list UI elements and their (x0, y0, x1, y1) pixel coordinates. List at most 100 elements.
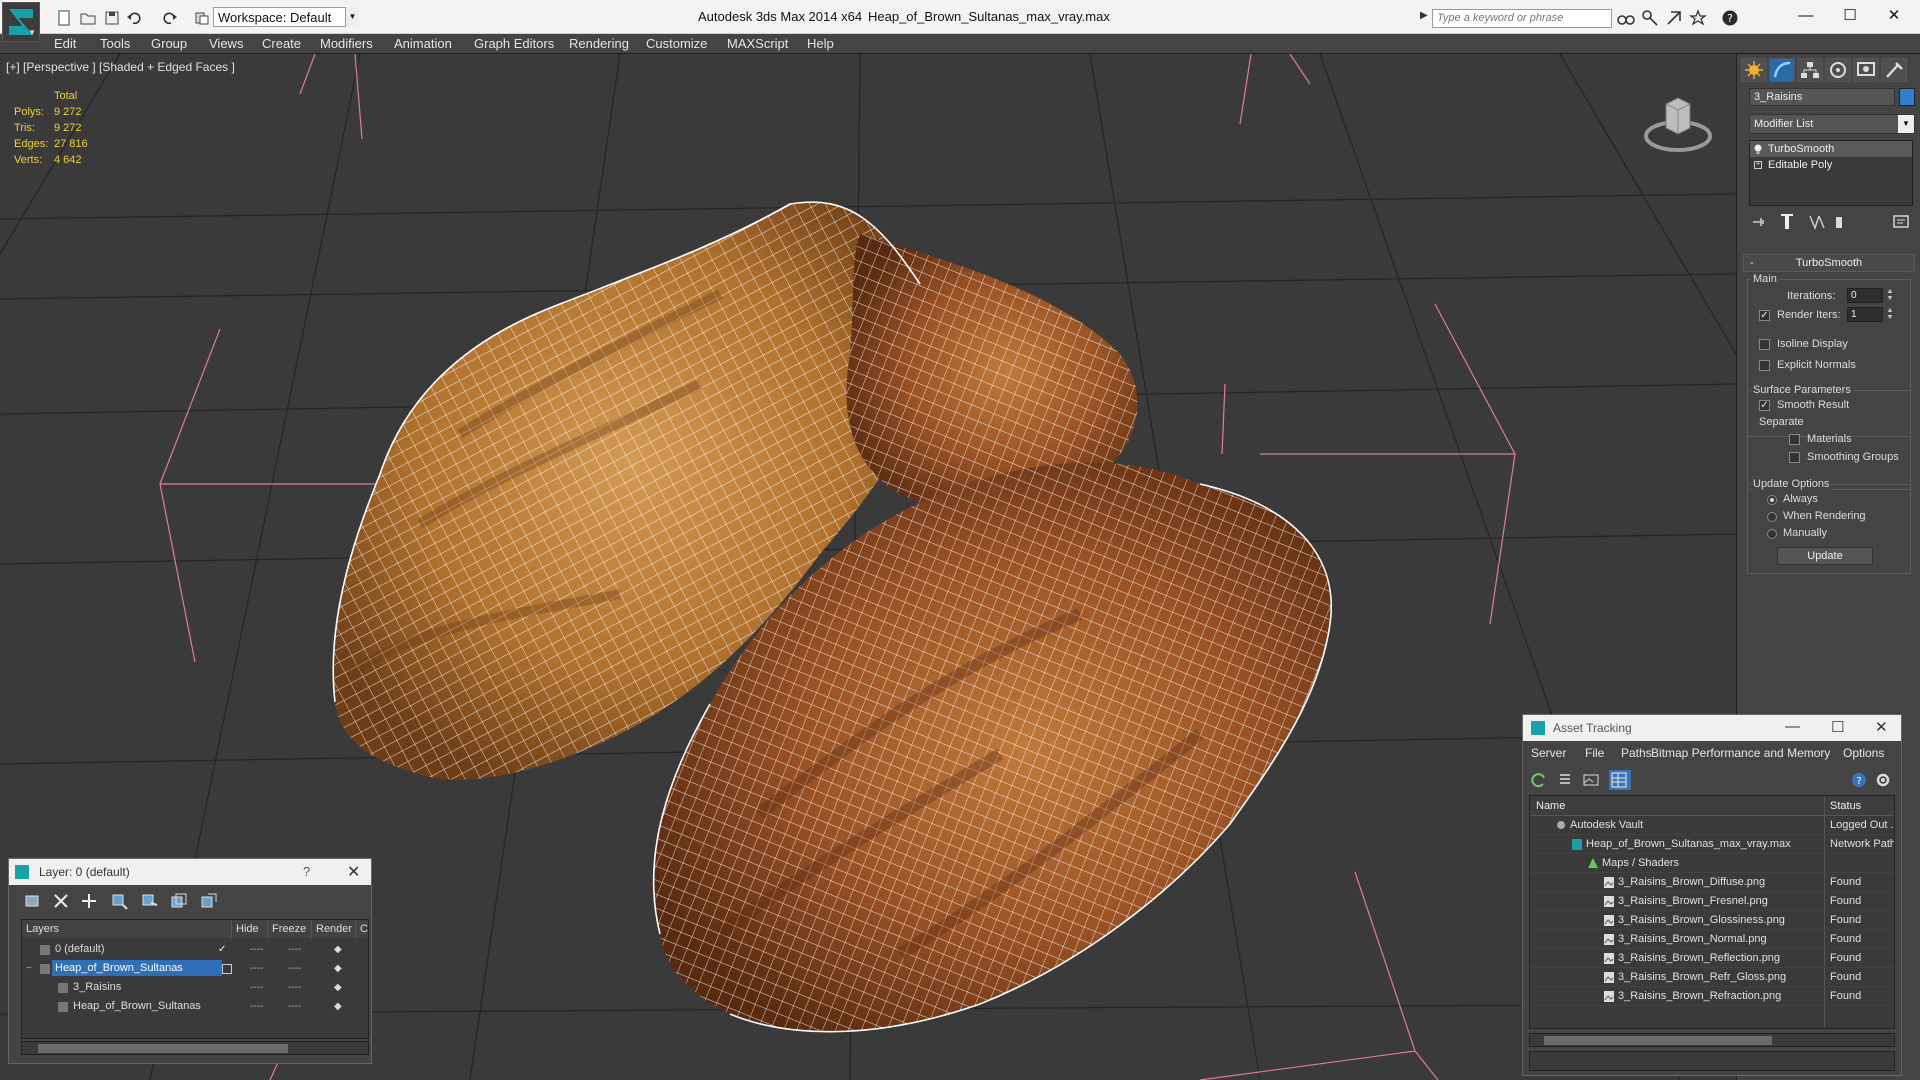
make-unique-icon[interactable] (1807, 212, 1829, 232)
asset-row[interactable]: Heap_of_Brown_Sultanas_max_vray.max Netw… (1530, 835, 1894, 854)
layer-row[interactable]: 3_Raisins ---- ---- ◆ (22, 978, 368, 997)
redo-button[interactable] (160, 8, 178, 26)
asset-row[interactable]: 3_Raisins_Brown_Diffuse.png Found (1530, 873, 1894, 892)
column-header-status[interactable]: Status (1824, 796, 1894, 816)
menu-graph-editors[interactable]: Graph Editors (474, 36, 554, 51)
remove-modifier-icon[interactable] (1829, 212, 1851, 232)
asset-row[interactable]: 3_Raisins_Brown_Normal.png Found (1530, 930, 1894, 949)
column-header-name[interactable]: Name (1530, 796, 1824, 816)
binoculars-icon[interactable] (1616, 8, 1635, 26)
render-teapot-icon[interactable]: ◆ (334, 997, 342, 1016)
column-header[interactable]: Hide (232, 920, 268, 938)
settings-gear-icon[interactable] (1873, 770, 1895, 790)
add-to-layer-icon[interactable] (222, 964, 232, 974)
delete-layer-icon[interactable] (51, 891, 73, 911)
object-color-swatch[interactable] (1899, 88, 1915, 106)
hide-toggle-icon[interactable]: ---- (250, 978, 263, 997)
workspace-select[interactable]: Workspace: Default (213, 7, 359, 27)
scrollbar-thumb[interactable] (1544, 1036, 1772, 1045)
add-layer-icon[interactable] (79, 891, 101, 911)
open-file-button[interactable] (78, 8, 96, 26)
iterations-spinner[interactable]: 0 (1847, 288, 1883, 303)
freeze-toggle-icon[interactable]: ---- (288, 997, 301, 1016)
expand-icon[interactable]: + (1754, 161, 1762, 169)
asset-row[interactable]: 3_Raisins_Brown_Glossiness.png Found (1530, 911, 1894, 930)
explicit-normals-checkbox[interactable] (1759, 360, 1770, 371)
viewcube-icon[interactable] (1642, 90, 1714, 162)
menu-help[interactable]: Help (807, 36, 834, 51)
close-button[interactable]: ✕ (1874, 4, 1914, 28)
layer-dialog-titlebar[interactable]: Layer: 0 (default) ? ✕ (9, 859, 371, 885)
layer-row[interactable]: 0 (default) ✓ ---- ---- ◆ (22, 940, 368, 959)
smoothing-groups-checkbox[interactable] (1789, 452, 1800, 463)
list-view-icon[interactable] (1555, 770, 1577, 790)
utilities-tab-icon[interactable] (1881, 58, 1907, 82)
menu-edit[interactable]: Edit (54, 36, 76, 51)
lightbulb-icon[interactable] (1754, 144, 1762, 154)
modifier-stack[interactable]: TurboSmooth + Editable Poly (1749, 140, 1913, 206)
display-tab-icon[interactable] (1853, 58, 1879, 82)
stack-item-editable-poly[interactable]: + Editable Poly (1750, 157, 1912, 173)
help-icon[interactable]: ? (1720, 8, 1738, 26)
thumbnail-view-icon[interactable] (1581, 770, 1603, 790)
update-when-rendering-radio[interactable] (1767, 512, 1777, 522)
column-header[interactable]: Render (312, 920, 356, 938)
create-tab-icon[interactable] (1741, 58, 1767, 82)
hide-toggle-icon[interactable]: ---- (250, 959, 263, 978)
communication-center-icon[interactable] (1664, 8, 1682, 26)
render-iters-spinner[interactable]: 1 (1847, 307, 1883, 322)
isoline-display-checkbox[interactable] (1759, 339, 1770, 350)
configure-modifier-sets-icon[interactable] (1891, 212, 1913, 232)
menu-group[interactable]: Group (151, 36, 187, 51)
hierarchy-tab-icon[interactable] (1797, 58, 1823, 82)
refresh-icon[interactable] (1529, 770, 1551, 790)
asset-row[interactable]: 3_Raisins_Brown_Refraction.png Found (1530, 987, 1894, 1006)
asset-row[interactable]: 3_Raisins_Brown_Reflection.png Found (1530, 949, 1894, 968)
close-button[interactable]: ✕ (347, 862, 360, 882)
modify-tab-icon[interactable] (1769, 58, 1795, 82)
undo-button[interactable] (124, 8, 142, 26)
modifier-list-dropdown[interactable]: Modifier List ▼ (1749, 114, 1915, 134)
maximize-button[interactable]: ☐ (1830, 4, 1870, 28)
menu-views[interactable]: Views (209, 36, 243, 51)
asset-path-field[interactable] (1529, 1051, 1895, 1071)
asset-row[interactable]: Maps / Shaders (1530, 854, 1894, 873)
spinner-arrows-icon[interactable]: ▲ ▼ (1885, 288, 1895, 303)
smooth-result-checkbox[interactable]: ✓ (1759, 400, 1770, 411)
asset-row[interactable]: 3_Raisins_Brown_Fresnel.png Found (1530, 892, 1894, 911)
column-header[interactable]: Layers (22, 920, 232, 938)
maximize-button[interactable]: ☐ (1831, 718, 1844, 736)
materials-checkbox[interactable] (1789, 434, 1800, 445)
asset-row[interactable]: Autodesk Vault Logged Out ... (1530, 816, 1894, 835)
select-objects-icon[interactable] (139, 891, 161, 911)
favorites-star-icon[interactable] (1688, 8, 1707, 26)
help-button[interactable]: ? (303, 864, 310, 879)
menu-tools[interactable]: Tools (100, 36, 130, 51)
menu-animation[interactable]: Animation (394, 36, 452, 51)
chevron-down-icon[interactable]: ▼ (345, 7, 359, 27)
table-view-icon[interactable] (1609, 770, 1631, 790)
play-arrow-icon[interactable]: ▶ (1420, 10, 1428, 21)
active-layer-check-icon[interactable]: ✓ (218, 940, 226, 959)
column-header[interactable]: Freeze (268, 920, 312, 938)
asset-menu-bitmap[interactable]: Bitmap Performance and Memory (1651, 746, 1830, 760)
minimize-button[interactable]: — (1785, 718, 1800, 735)
asset-menu-server[interactable]: Server (1531, 746, 1566, 760)
scrollbar-thumb[interactable] (38, 1044, 288, 1053)
highlight-layers-icon[interactable] (169, 891, 191, 911)
collapse-icon[interactable]: − (26, 959, 32, 978)
object-name-field[interactable]: 3_Raisins (1749, 88, 1895, 106)
asset-dialog-titlebar[interactable]: Asset Tracking — ☐ ✕ (1523, 715, 1901, 741)
freeze-toggle-icon[interactable]: ---- (288, 978, 301, 997)
freeze-toggle-icon[interactable]: ---- (288, 959, 301, 978)
render-teapot-icon[interactable]: ◆ (334, 959, 342, 978)
asset-row[interactable]: 3_Raisins_Brown_Refr_Gloss.png Found (1530, 968, 1894, 987)
motion-tab-icon[interactable] (1825, 58, 1851, 82)
layer-manager-icon[interactable] (23, 891, 45, 911)
close-button[interactable]: ✕ (1875, 718, 1888, 736)
horizontal-scrollbar[interactable] (21, 1041, 369, 1055)
update-button[interactable]: Update (1777, 547, 1873, 565)
stack-item-turbosmooth[interactable]: TurboSmooth (1750, 141, 1912, 157)
pin-stack-icon[interactable] (1749, 212, 1771, 232)
menu-customize[interactable]: Customize (646, 36, 707, 51)
